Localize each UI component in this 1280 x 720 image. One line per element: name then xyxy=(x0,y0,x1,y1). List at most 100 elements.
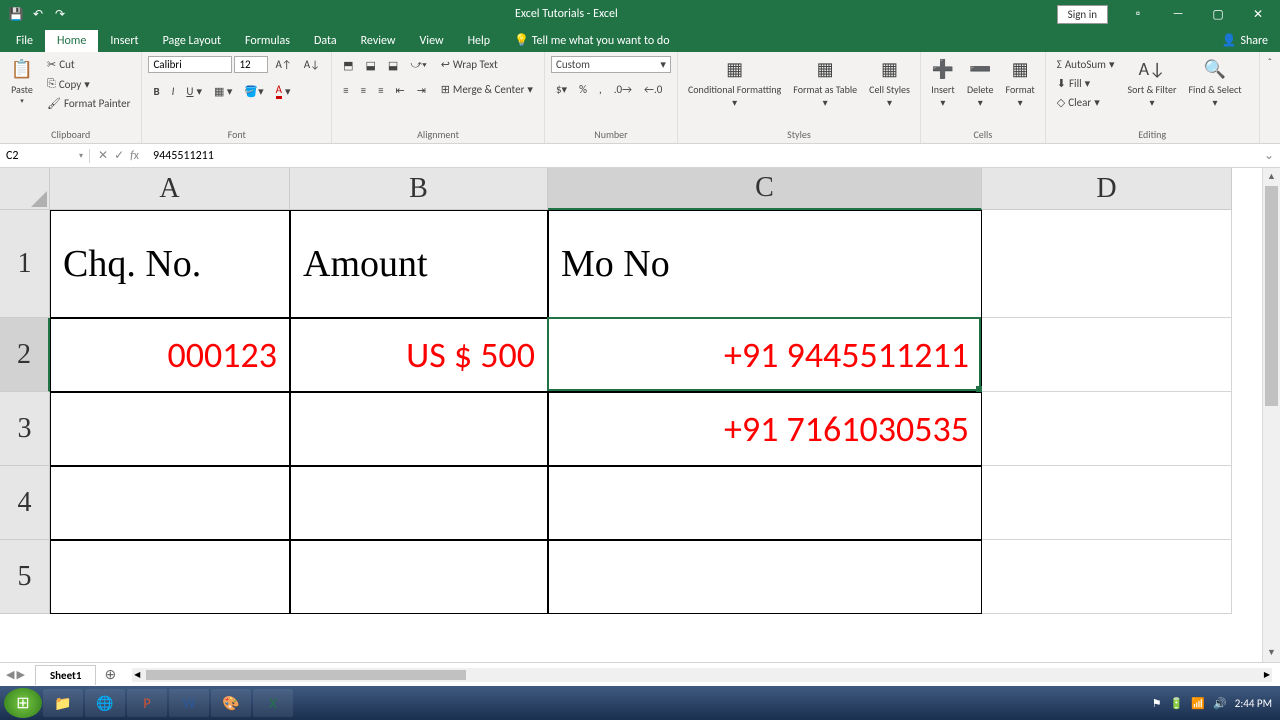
align-top-icon[interactable]: ⬒ xyxy=(338,57,358,74)
align-middle-icon[interactable]: ⬓ xyxy=(361,57,381,74)
fill-color-button[interactable]: 🪣▾ xyxy=(239,83,268,100)
taskbar-excel-icon[interactable]: X xyxy=(253,689,293,717)
format-painter-button[interactable]: 🖌Format Painter xyxy=(42,95,135,112)
border-button[interactable]: ▦ ▾ xyxy=(209,83,237,100)
sheet-nav[interactable]: ◀▶ xyxy=(0,668,31,681)
tray-volume-icon[interactable]: 🔊 xyxy=(1213,697,1227,710)
conditional-formatting-button[interactable]: ▦Conditional Formatting▾ xyxy=(684,56,785,110)
add-sheet-button[interactable]: ⊕ xyxy=(96,666,124,683)
select-all-button[interactable] xyxy=(0,168,50,210)
cell-D4[interactable] xyxy=(982,466,1232,540)
tab-review[interactable]: Review xyxy=(349,30,408,52)
tray-battery-icon[interactable]: 🔋 xyxy=(1170,697,1184,710)
row-header-3[interactable]: 3 xyxy=(0,392,50,466)
cell-C1[interactable]: Mo No xyxy=(548,210,982,318)
cell-D1[interactable] xyxy=(982,210,1232,318)
tab-insert[interactable]: Insert xyxy=(98,30,150,52)
clear-button[interactable]: ◇ Clear ▾ xyxy=(1052,94,1120,111)
tray-network-icon[interactable]: 📶 xyxy=(1191,697,1205,710)
column-header-C[interactable]: C xyxy=(548,168,982,210)
cancel-icon[interactable]: ✕ xyxy=(98,148,108,163)
percent-icon[interactable]: % xyxy=(574,81,592,98)
cell-A3[interactable] xyxy=(50,392,290,466)
enter-icon[interactable]: ✓ xyxy=(114,148,124,163)
taskbar-paint-icon[interactable]: 🎨 xyxy=(211,689,251,717)
tab-formulas[interactable]: Formulas xyxy=(233,30,302,52)
copy-button[interactable]: ⎘Copy ▾ xyxy=(42,75,135,93)
system-tray[interactable]: ⚑ 🔋 📶 🔊 2:44 PM xyxy=(1152,697,1276,710)
decrease-font-icon[interactable]: A↓ xyxy=(299,56,325,73)
increase-font-icon[interactable]: A↑ xyxy=(270,56,296,73)
find-select-button[interactable]: 🔍Find & Select▾ xyxy=(1184,56,1245,110)
scroll-up-icon[interactable]: ▲ xyxy=(1263,168,1280,186)
cell-C5[interactable] xyxy=(548,540,982,614)
merge-center-button[interactable]: ⊞ Merge & Center ▾ xyxy=(436,81,538,98)
fill-button[interactable]: ⬇ Fill ▾ xyxy=(1052,75,1120,92)
align-center-icon[interactable]: ≡ xyxy=(356,82,371,99)
autosum-button[interactable]: Σ AutoSum ▾ xyxy=(1052,56,1120,73)
cell-B3[interactable] xyxy=(290,392,548,466)
increase-decimal-icon[interactable]: .0→ xyxy=(609,81,637,98)
taskbar-word-icon[interactable]: W xyxy=(169,689,209,717)
start-button[interactable]: ⊞ xyxy=(4,688,42,718)
tab-data[interactable]: Data xyxy=(302,30,349,52)
insert-cells-button[interactable]: ➕Insert▾ xyxy=(927,56,959,110)
italic-button[interactable]: I xyxy=(167,83,180,100)
horizontal-scrollbar[interactable]: ◀▶ xyxy=(132,668,1272,682)
wrap-text-button[interactable]: ↩ Wrap Text xyxy=(436,56,538,73)
row-header-1[interactable]: 1 xyxy=(0,210,50,318)
sheet-tab-sheet1[interactable]: Sheet1 xyxy=(35,665,97,685)
cell-A5[interactable] xyxy=(50,540,290,614)
align-left-icon[interactable]: ≡ xyxy=(338,82,353,99)
cell-C2[interactable]: +91 9445511211 xyxy=(548,318,982,392)
cell-B5[interactable] xyxy=(290,540,548,614)
bold-button[interactable]: B xyxy=(148,83,164,100)
delete-cells-button[interactable]: ➖Delete▾ xyxy=(963,56,998,110)
indent-dec-icon[interactable]: ⇤ xyxy=(391,82,410,99)
align-bottom-icon[interactable]: ⬓ xyxy=(383,57,403,74)
row-header-4[interactable]: 4 xyxy=(0,466,50,540)
format-as-table-button[interactable]: ▦Format as Table▾ xyxy=(789,56,861,110)
cell-A1[interactable]: Chq. No. xyxy=(50,210,290,318)
cell-A4[interactable] xyxy=(50,466,290,540)
cell-B2[interactable]: US $ 500 xyxy=(290,318,548,392)
undo-icon[interactable]: ↶ xyxy=(30,7,46,22)
number-format-combo[interactable]: Custom▾ xyxy=(551,56,671,73)
cell-B4[interactable] xyxy=(290,466,548,540)
tab-home[interactable]: Home xyxy=(45,30,98,52)
tray-flag-icon[interactable]: ⚑ xyxy=(1152,697,1162,710)
column-header-A[interactable]: A xyxy=(50,168,290,210)
row-header-2[interactable]: 2 xyxy=(0,318,50,392)
cell-D2[interactable] xyxy=(982,318,1232,392)
sort-filter-button[interactable]: A↓Sort & Filter▾ xyxy=(1124,56,1181,110)
minimize-button[interactable]: — xyxy=(1160,0,1196,28)
name-box[interactable]: C2▾ xyxy=(0,149,90,163)
tab-file[interactable]: File xyxy=(4,30,45,52)
scroll-thumb[interactable] xyxy=(1265,186,1278,406)
font-size-combo[interactable] xyxy=(234,56,268,73)
cell-C4[interactable] xyxy=(548,466,982,540)
column-header-B[interactable]: B xyxy=(290,168,548,210)
collapse-ribbon-icon[interactable]: ˆ xyxy=(1260,52,1280,143)
currency-icon[interactable]: $▾ xyxy=(551,81,572,98)
cell-A2[interactable]: 000123 xyxy=(50,318,290,392)
cell-styles-button[interactable]: ▦Cell Styles▾ xyxy=(865,56,914,110)
redo-icon[interactable]: ↷ xyxy=(52,7,68,22)
column-header-D[interactable]: D xyxy=(982,168,1232,210)
tab-help[interactable]: Help xyxy=(456,30,503,52)
format-cells-button[interactable]: ▦Format▾ xyxy=(1002,56,1039,110)
tray-clock[interactable]: 2:44 PM xyxy=(1235,697,1272,710)
cut-button[interactable]: ✂Cut xyxy=(42,56,135,73)
tell-me[interactable]: 💡 Tell me what you want to do xyxy=(502,29,681,52)
tab-page-layout[interactable]: Page Layout xyxy=(151,30,233,52)
maximize-button[interactable]: ▢ xyxy=(1200,0,1236,28)
orientation-icon[interactable]: ⤻▾ xyxy=(405,56,431,74)
cell-D3[interactable] xyxy=(982,392,1232,466)
font-name-combo[interactable] xyxy=(148,56,232,73)
align-right-icon[interactable]: ≡ xyxy=(373,82,388,99)
ribbon-options-icon[interactable]: ▫ xyxy=(1120,0,1156,28)
indent-inc-icon[interactable]: ⇥ xyxy=(412,82,431,99)
paste-button[interactable]: 📋Paste▾ xyxy=(6,56,38,107)
taskbar-chrome-icon[interactable]: 🌐 xyxy=(85,689,125,717)
save-icon[interactable]: 💾 xyxy=(8,7,24,22)
